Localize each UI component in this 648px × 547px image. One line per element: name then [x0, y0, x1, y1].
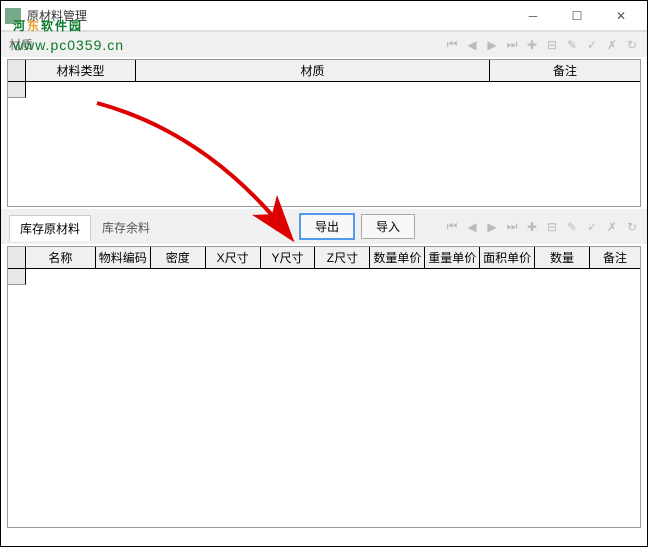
- tab-stock-raw[interactable]: 库存原材料: [9, 215, 91, 241]
- col-material[interactable]: 材质: [136, 60, 490, 81]
- nav-next-icon[interactable]: ▶: [485, 38, 499, 52]
- col-name[interactable]: 名称: [26, 247, 96, 268]
- col-remark2[interactable]: 备注: [590, 247, 640, 268]
- nav-refresh-icon[interactable]: ↻: [625, 38, 639, 52]
- col-z[interactable]: Z尺寸: [315, 247, 370, 268]
- table-row[interactable]: [8, 269, 640, 285]
- nav-cancel-icon[interactable]: ✗: [605, 38, 619, 52]
- nav-last-icon[interactable]: ⏭: [505, 220, 519, 234]
- top-nav-icons: ⏮ ◀ ▶ ⏭ ✚ ⊟ ✎ ✓ ✗ ↻: [445, 38, 639, 52]
- bottom-grid-header: 名称 物料编码 密度 X尺寸 Y尺寸 Z尺寸 数量单价 重量单价 面积单价 数量…: [8, 247, 640, 269]
- nav-prev-icon[interactable]: ◀: [465, 220, 479, 234]
- bottom-nav-icons: ⏮ ◀ ▶ ⏭ ✚ ⊟ ✎ ✓ ✗ ↻: [445, 220, 639, 234]
- minimize-button[interactable]: ─: [511, 2, 555, 30]
- nav-prev-icon[interactable]: ◀: [465, 38, 479, 52]
- nav-del-icon[interactable]: ⊟: [545, 38, 559, 52]
- section-label-material: 材质: [9, 36, 33, 53]
- tab-stock-remain[interactable]: 库存余料: [91, 214, 161, 241]
- titlebar: 原材料管理 ─ ☐ ✕: [1, 1, 647, 31]
- grid-corner: [8, 247, 26, 268]
- col-material-type[interactable]: 材料类型: [26, 60, 136, 81]
- window-title: 原材料管理: [27, 7, 511, 24]
- top-grid: 材料类型 材质 备注: [7, 59, 641, 207]
- mid-toolbar: 库存原材料 库存余料 导出 导入 ⏮ ◀ ▶ ⏭ ✚ ⊟ ✎ ✓ ✗ ↻: [1, 209, 647, 244]
- export-button[interactable]: 导出: [299, 213, 355, 240]
- col-remark[interactable]: 备注: [490, 60, 640, 81]
- nav-add-icon[interactable]: ✚: [525, 220, 539, 234]
- nav-edit-icon[interactable]: ✎: [565, 220, 579, 234]
- col-x[interactable]: X尺寸: [206, 247, 261, 268]
- nav-del-icon[interactable]: ⊟: [545, 220, 559, 234]
- nav-last-icon[interactable]: ⏭: [505, 38, 519, 52]
- row-handle: [8, 269, 26, 285]
- row-handle: [8, 82, 26, 98]
- nav-ok-icon[interactable]: ✓: [585, 38, 599, 52]
- import-button[interactable]: 导入: [361, 214, 415, 239]
- col-y[interactable]: Y尺寸: [261, 247, 316, 268]
- nav-edit-icon[interactable]: ✎: [565, 38, 579, 52]
- nav-first-icon[interactable]: ⏮: [445, 38, 459, 52]
- maximize-button[interactable]: ☐: [555, 2, 599, 30]
- nav-add-icon[interactable]: ✚: [525, 38, 539, 52]
- close-button[interactable]: ✕: [599, 2, 643, 30]
- grid-corner: [8, 60, 26, 81]
- app-icon: [5, 8, 21, 24]
- col-qty-price[interactable]: 数量单价: [370, 247, 425, 268]
- top-toolbar: 材质 ⏮ ◀ ▶ ⏭ ✚ ⊟ ✎ ✓ ✗ ↻: [1, 31, 647, 57]
- nav-refresh-icon[interactable]: ↻: [625, 220, 639, 234]
- table-row[interactable]: [8, 82, 640, 98]
- col-weight-price[interactable]: 重量单价: [425, 247, 480, 268]
- col-code[interactable]: 物料编码: [96, 247, 151, 268]
- col-qty[interactable]: 数量: [535, 247, 590, 268]
- nav-first-icon[interactable]: ⏮: [445, 220, 459, 234]
- top-grid-header: 材料类型 材质 备注: [8, 60, 640, 82]
- nav-next-icon[interactable]: ▶: [485, 220, 499, 234]
- col-density[interactable]: 密度: [151, 247, 206, 268]
- col-area-price[interactable]: 面积单价: [480, 247, 535, 268]
- nav-ok-icon[interactable]: ✓: [585, 220, 599, 234]
- bottom-grid: 名称 物料编码 密度 X尺寸 Y尺寸 Z尺寸 数量单价 重量单价 面积单价 数量…: [7, 246, 641, 528]
- nav-cancel-icon[interactable]: ✗: [605, 220, 619, 234]
